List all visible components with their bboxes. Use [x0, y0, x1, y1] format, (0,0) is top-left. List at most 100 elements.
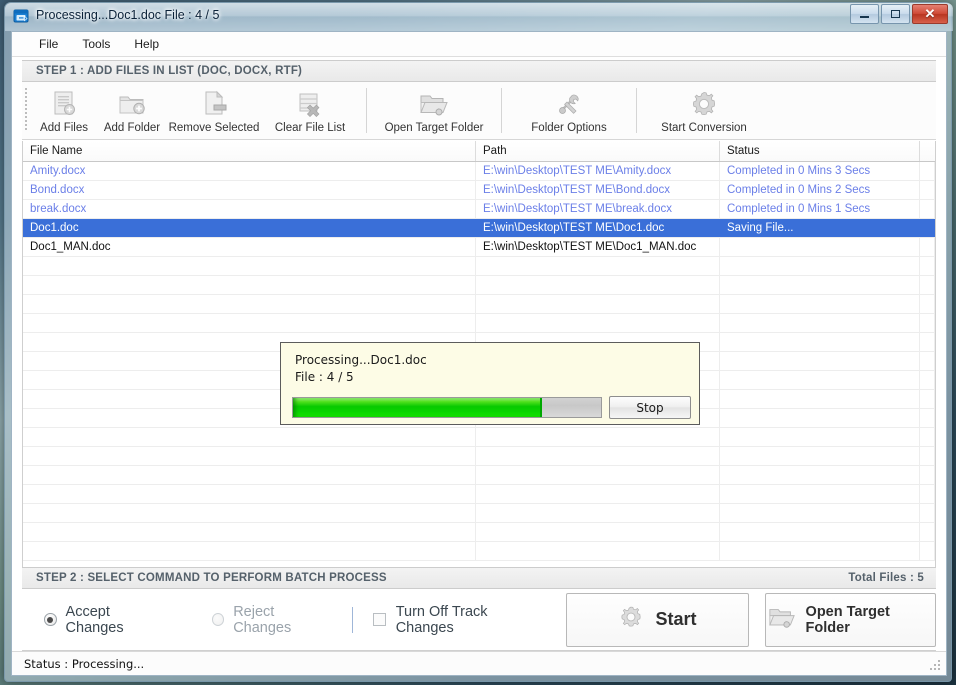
start-conversion-button[interactable]: Start Conversion [645, 82, 763, 139]
command-panel-divider [352, 606, 354, 633]
column-header-extra[interactable] [920, 141, 935, 161]
cell-extra [920, 162, 935, 180]
cell-empty [720, 333, 920, 351]
step2-header: STEP 2 : SELECT COMMAND TO PERFORM BATCH… [22, 567, 936, 589]
cell-empty [920, 485, 935, 503]
cell-empty [720, 542, 920, 560]
table-row-empty[interactable] [23, 314, 935, 333]
folder-options-button[interactable]: Folder Options [510, 82, 628, 139]
cell-empty [720, 314, 920, 332]
cell-empty [920, 390, 935, 408]
add-folder-button[interactable]: Add Folder [98, 82, 166, 139]
cell-empty [23, 504, 476, 522]
table-row-empty[interactable] [23, 542, 935, 561]
cell-file-name: break.docx [23, 200, 476, 218]
cell-empty [920, 257, 935, 275]
command-panel: Accept Changes Reject Changes Turn Off T… [22, 589, 937, 651]
cell-empty [720, 352, 920, 370]
cell-path: E:\win\Desktop\TEST ME\Amity.docx [476, 162, 720, 180]
cell-empty [720, 390, 920, 408]
cell-empty [23, 276, 476, 294]
table-row-empty[interactable] [23, 466, 935, 485]
open-target-folder-button-label: Open Target Folder [805, 603, 890, 636]
cell-empty [23, 523, 476, 541]
cell-empty [476, 485, 720, 503]
table-row-empty[interactable] [23, 295, 935, 314]
add-folder-icon [117, 89, 147, 119]
title-bar[interactable]: Processing...Doc1.doc File : 4 / 5 ✕ [5, 3, 953, 31]
cell-status [720, 238, 920, 256]
remove-selected-button[interactable]: Remove Selected [166, 82, 262, 139]
cell-empty [920, 466, 935, 484]
step1-header: STEP 1 : ADD FILES IN LIST (DOC, DOCX, R… [22, 60, 936, 82]
cell-empty [476, 466, 720, 484]
cell-empty [720, 371, 920, 389]
column-header-path[interactable]: Path [476, 141, 720, 161]
start-button[interactable]: Start [565, 592, 749, 647]
grid-header-row: File Name Path Status [23, 141, 935, 162]
table-row[interactable]: Bond.docx E:\win\Desktop\TEST ME\Bond.doc… [23, 181, 935, 200]
reject-changes-radio[interactable]: Reject Changes [211, 604, 333, 636]
table-row-empty[interactable] [23, 523, 935, 542]
table-row[interactable]: Doc1_MAN.doc E:\win\Desktop\TEST ME\Doc1_… [23, 238, 935, 257]
turn-off-track-changes-label: Turn Off Track Changes [395, 603, 488, 636]
table-row[interactable]: Amity.docx E:\win\Desktop\TEST ME\Amity.d… [23, 162, 935, 181]
table-row-empty[interactable] [23, 447, 935, 466]
column-header-file-name[interactable]: File Name [23, 141, 476, 161]
table-row-empty[interactable] [23, 257, 935, 276]
accept-changes-radio[interactable]: Accept Changes [44, 604, 168, 636]
stop-button-label: Stop [636, 400, 664, 415]
cell-empty [720, 428, 920, 446]
turn-off-track-changes-checkbox[interactable]: Turn Off Track Changes [373, 604, 543, 636]
add-files-button[interactable]: Add Files [30, 82, 98, 139]
maximize-icon [891, 10, 900, 18]
cell-path: E:\win\Desktop\TEST ME\Doc1_MAN.doc [476, 238, 720, 256]
table-row-empty[interactable] [23, 276, 935, 295]
open-target-folder-button[interactable]: Open Target Folder [764, 592, 937, 647]
application-window: Processing...Doc1.doc File : 4 / 5 ✕ Fil… [4, 2, 953, 682]
cell-empty [23, 257, 476, 275]
table-row-empty[interactable] [23, 504, 935, 523]
status-bar-text: Status : Processing... [24, 656, 145, 671]
minimize-button[interactable] [850, 4, 879, 24]
cell-empty [720, 466, 920, 484]
toolbar-separator-2 [501, 88, 502, 133]
cell-status: Completed in 0 Mins 1 Secs [720, 200, 920, 218]
app-window-icon [13, 8, 30, 25]
cell-empty [920, 447, 935, 465]
open-folder-icon [418, 89, 450, 119]
menu-tools[interactable]: Tools [71, 34, 121, 54]
open-folder-icon [766, 603, 798, 636]
cell-file-name: Doc1_MAN.doc [23, 238, 476, 256]
menu-file[interactable]: File [28, 34, 69, 54]
toolbar-grip[interactable] [22, 82, 30, 139]
open-target-folder-toolbutton-label: Open Target Folder [384, 122, 484, 134]
cell-empty [476, 542, 720, 560]
column-header-status[interactable]: Status [720, 141, 920, 161]
gear-icon [689, 89, 719, 119]
toolbar-separator-1 [366, 88, 367, 133]
table-row[interactable]: Doc1.doc E:\win\Desktop\TEST ME\Doc1.doc S… [23, 219, 935, 238]
open-target-folder-toolbutton[interactable]: Open Target Folder [375, 82, 493, 139]
client-area: File Tools Help STEP 1 : ADD FILES IN LI… [11, 31, 947, 676]
menu-help[interactable]: Help [123, 34, 170, 54]
toolbar-separator-3 [636, 88, 637, 133]
resize-grip[interactable] [929, 659, 942, 672]
table-row-empty[interactable] [23, 428, 935, 447]
table-row-empty[interactable] [23, 485, 935, 504]
clear-file-list-button[interactable]: Clear File List [262, 82, 358, 139]
cell-file-name: Doc1.doc [23, 219, 476, 237]
close-button[interactable]: ✕ [912, 4, 948, 24]
cell-path: E:\win\Desktop\TEST ME\break.docx [476, 200, 720, 218]
stop-button[interactable]: Stop [609, 396, 691, 419]
window-title: Processing...Doc1.doc File : 4 / 5 [36, 8, 220, 22]
cell-empty [920, 409, 935, 427]
start-conversion-label: Start Conversion [661, 122, 747, 134]
table-row[interactable]: break.docx E:\win\Desktop\TEST ME\break.d… [23, 200, 935, 219]
cell-empty [720, 504, 920, 522]
cell-empty [23, 542, 476, 560]
maximize-button[interactable] [881, 4, 910, 24]
cell-empty [23, 295, 476, 313]
accept-changes-label: Accept Changes [65, 603, 124, 636]
cell-empty [720, 295, 920, 313]
